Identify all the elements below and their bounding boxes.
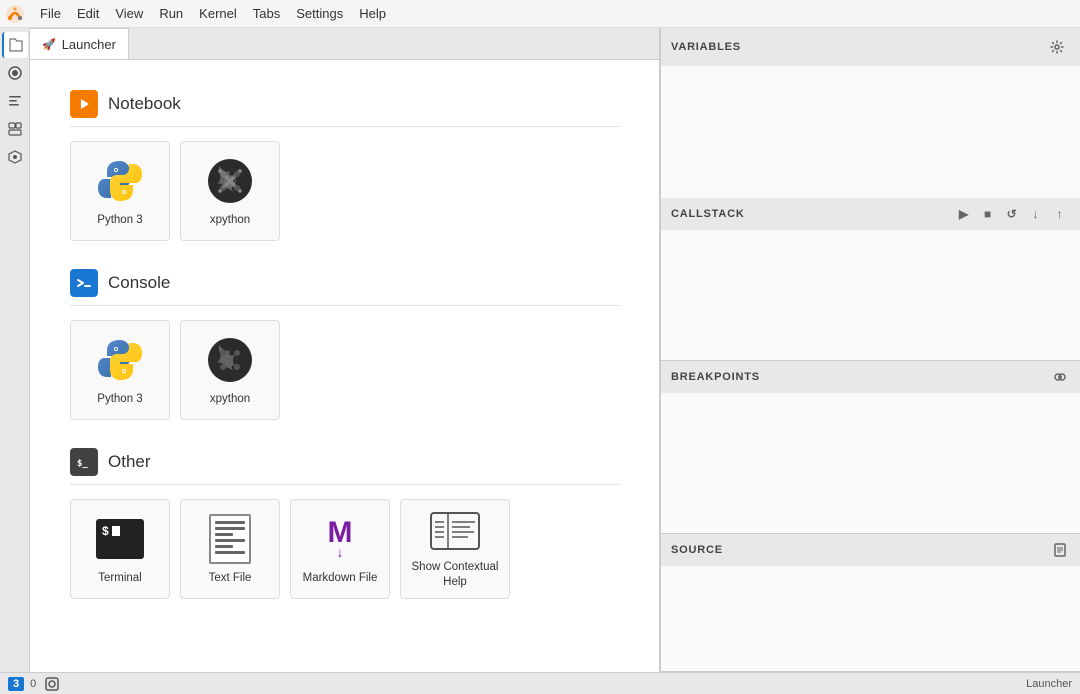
card-terminal[interactable]: $ Terminal [70, 499, 170, 599]
callstack-play-button[interactable]: ▶ [954, 204, 974, 224]
breakpoints-title: BREAKPOINTS [671, 371, 760, 383]
other-cards: $ Terminal [70, 499, 619, 599]
kernel-count: 0 [30, 678, 36, 690]
notebook-section-icon [70, 90, 98, 118]
notebook-section-title: Notebook [108, 94, 181, 114]
launcher-content: Notebook [30, 60, 659, 672]
kernel-status-badge: 3 [8, 677, 24, 691]
callstack-header: CALLSTACK ▶ ■ ↺ ↓ ↑ [661, 198, 1080, 230]
terminal-icon: $ [94, 513, 146, 565]
main-layout: 🚀 Launcher [0, 28, 1080, 672]
variables-section: VARIABLES [661, 28, 1080, 198]
sidebar-icon-tabs[interactable] [2, 116, 28, 142]
console-xpython-icon [204, 334, 256, 386]
card-notebook-python3-label: Python 3 [97, 213, 142, 228]
section-notebook-header: Notebook [70, 90, 619, 127]
section-console: Console [70, 269, 619, 420]
breakpoints-section: BREAKPOINTS [661, 361, 1080, 534]
sidebar-icon-running[interactable] [2, 60, 28, 86]
console-section-icon [70, 269, 98, 297]
callstack-stop-button[interactable]: ■ [978, 204, 998, 224]
menu-settings[interactable]: Settings [288, 4, 351, 23]
card-console-xpython-label: xpython [210, 392, 250, 407]
tab-launcher[interactable]: 🚀 Launcher [30, 28, 129, 59]
statusbar: 3 0 Launcher [0, 672, 1080, 694]
other-section-icon: $_ [70, 448, 98, 476]
card-markdown-label: Markdown File [303, 571, 378, 586]
source-content [661, 566, 1080, 671]
variables-title: VARIABLES [671, 41, 741, 53]
menu-run[interactable]: Run [151, 4, 191, 23]
card-textfile-label: Text File [209, 571, 252, 586]
section-notebook: Notebook [70, 90, 619, 241]
source-header: SOURCE [661, 534, 1080, 566]
textfile-icon [204, 513, 256, 565]
card-markdown[interactable]: M ↓ Markdown File [290, 499, 390, 599]
notebook-cards: Python 3 [70, 141, 619, 241]
console-cards: Python 3 [70, 320, 619, 420]
card-contextual-help-label: Show Contextual Help [409, 560, 501, 590]
breakpoints-content [661, 393, 1080, 533]
callstack-title: CALLSTACK [671, 208, 745, 220]
variables-gear-button[interactable] [1044, 34, 1070, 60]
card-console-xpython[interactable]: xpython [180, 320, 280, 420]
sidebar-icon-extensions[interactable] [2, 144, 28, 170]
menu-kernel[interactable]: Kernel [191, 4, 245, 23]
callstack-controls: ▶ ■ ↺ ↓ ↑ [954, 204, 1070, 224]
menu-edit[interactable]: Edit [69, 4, 107, 23]
content-area: 🚀 Launcher [30, 28, 1080, 672]
callstack-step-over-button[interactable]: ↓ [1026, 204, 1046, 224]
callstack-restart-button[interactable]: ↺ [1002, 204, 1022, 224]
menubar: File Edit View Run Kernel Tabs Settings … [0, 0, 1080, 28]
statusbar-icon-button[interactable] [42, 674, 62, 694]
launcher-panel: 🚀 Launcher [30, 28, 660, 672]
card-notebook-xpython-label: xpython [210, 213, 250, 228]
card-terminal-label: Terminal [98, 571, 141, 586]
variables-header: VARIABLES [661, 28, 1080, 66]
tab-launcher-label: Launcher [62, 37, 116, 52]
statusbar-left: 3 0 [8, 674, 62, 694]
section-console-header: Console [70, 269, 619, 306]
menu-tabs[interactable]: Tabs [245, 4, 288, 23]
console-python3-icon [94, 334, 146, 386]
contextual-help-icon [429, 508, 481, 554]
callstack-section: CALLSTACK ▶ ■ ↺ ↓ ↑ [661, 198, 1080, 361]
menu-view[interactable]: View [107, 4, 151, 23]
card-textfile[interactable]: Text File [180, 499, 280, 599]
xpython-icon [204, 155, 256, 207]
statusbar-right: Launcher [1026, 678, 1072, 690]
python3-icon [94, 155, 146, 207]
breakpoints-link-button[interactable] [1050, 367, 1070, 387]
breakpoints-header: BREAKPOINTS [661, 361, 1080, 393]
right-panel: VARIABLES CALLSTACK ▶ ■ [660, 28, 1080, 672]
app-logo [4, 3, 26, 25]
sidebar-icon-files[interactable] [2, 32, 28, 58]
section-other-header: $_ Other [70, 448, 619, 485]
card-console-python3[interactable]: Python 3 [70, 320, 170, 420]
menu-help[interactable]: Help [351, 4, 394, 23]
other-section-title: Other [108, 452, 151, 472]
sidebar [0, 28, 30, 672]
card-notebook-python3[interactable]: Python 3 [70, 141, 170, 241]
source-title: SOURCE [671, 544, 723, 556]
menu-file[interactable]: File [32, 4, 69, 23]
launcher-tab-icon: 🚀 [42, 38, 56, 51]
source-section: SOURCE [661, 534, 1080, 672]
card-console-python3-label: Python 3 [97, 392, 142, 407]
callstack-step-up-button[interactable]: ↑ [1050, 204, 1070, 224]
section-other: $_ Other $ [70, 448, 619, 599]
statusbar-launcher-label: Launcher [1026, 678, 1072, 690]
source-link-button[interactable] [1050, 540, 1070, 560]
tab-bar: 🚀 Launcher [30, 28, 659, 60]
console-section-title: Console [108, 273, 170, 293]
svg-text:$_: $_ [77, 459, 88, 469]
markdown-icon: M ↓ [314, 513, 366, 565]
card-notebook-xpython[interactable]: xpython [180, 141, 280, 241]
callstack-content [661, 230, 1080, 360]
variables-content [661, 66, 1080, 201]
sidebar-icon-commands[interactable] [2, 88, 28, 114]
card-contextual-help[interactable]: Show Contextual Help [400, 499, 510, 599]
